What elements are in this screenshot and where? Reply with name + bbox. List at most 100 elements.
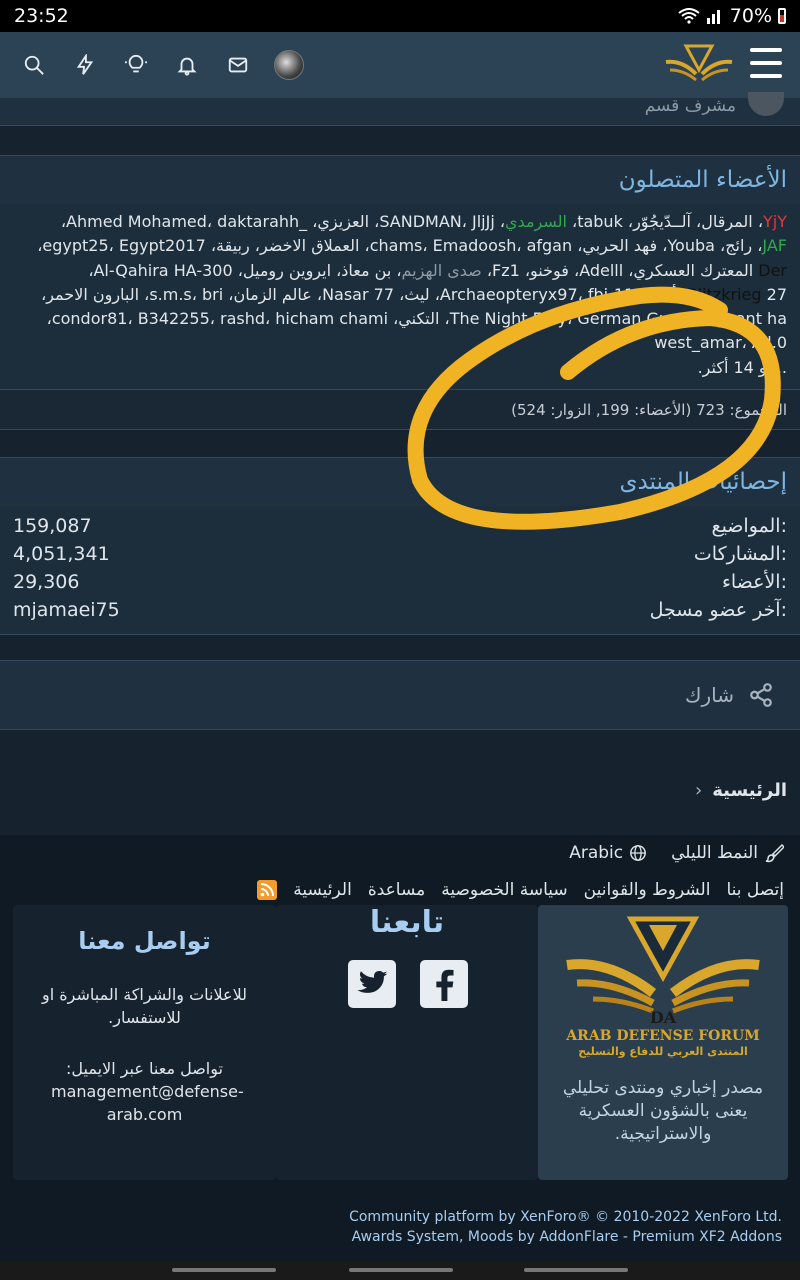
stat-label: المواضيع: <box>711 515 787 537</box>
member-names[interactable]: west_amar، All.0 <box>654 333 787 352</box>
member-names[interactable]: ، بن معاذ، ايروين روميل، Al-Qahira HA-30… <box>88 261 401 280</box>
online-members-line: west_amar، All.0 <box>28 331 787 355</box>
contact-column: تواصل معنا للاعلانات والشراكة المباشرة ا… <box>13 905 276 1180</box>
language-label: Arabic <box>569 843 624 863</box>
member-names[interactable]: YjY <box>763 212 787 231</box>
home-handle[interactable] <box>349 1268 453 1272</box>
member-names[interactable]: السرمدي <box>505 212 567 231</box>
search-icon[interactable] <box>14 45 54 85</box>
online-total: المجموع: 723 (الأعضاء: 199, الزوار: 524) <box>0 389 800 429</box>
facebook-icon <box>436 969 454 1001</box>
forum-stats-title: إحصائيات المنتدى <box>0 458 800 506</box>
member-names[interactable]: Der <box>758 261 787 280</box>
moderator-label: مشرف قسم <box>644 96 736 116</box>
site-logo[interactable] <box>664 40 734 90</box>
stat-row: 29,306 الأعضاء: <box>13 568 787 596</box>
recents-handle[interactable] <box>172 1268 276 1272</box>
member-names[interactable]: 27، أحْمَدَ، Archaeopteryx97، fbi-11، لي… <box>41 285 787 304</box>
stat-value: 159,087 <box>13 515 92 537</box>
battery-icon <box>778 8 786 24</box>
moderator-strip: مشرف قسم <box>0 92 800 126</box>
avatar[interactable] <box>269 45 309 85</box>
stat-label: المشاركات: <box>693 543 787 565</box>
chevron-left-icon: › <box>694 780 703 801</box>
stat-value[interactable]: mjamaei75 <box>13 599 120 621</box>
night-mode-label: النمط الليلي <box>671 843 758 863</box>
stat-value: 29,306 <box>13 571 80 593</box>
member-names[interactable]: صدى الهزيم <box>402 261 482 280</box>
stat-label: آخر عضو مسجل: <box>649 599 787 621</box>
brush-icon <box>765 843 784 863</box>
back-handle[interactable] <box>524 1268 628 1272</box>
footer-link[interactable]: سياسة الخصوصية <box>441 880 567 900</box>
share-button[interactable]: شارك <box>0 660 800 730</box>
online-members-line: Der المعترك العسكري، Adelll، فوخنو، Fz1،… <box>28 259 787 283</box>
online-members-block: الأعضاء المتصلون YjY، المرقال، آلــدّيجُ… <box>0 155 800 430</box>
online-members-line: ... و 14 أكثر. <box>28 356 787 380</box>
logo-mark: DA <box>650 1008 677 1027</box>
battery-percent: 70% <box>729 5 772 27</box>
status-icons: 70% <box>678 5 786 27</box>
member-names[interactable]: المعترك العسكري، Adelll، فوخنو، Fz1، <box>482 261 759 280</box>
bulb-icon[interactable] <box>116 45 156 85</box>
follow-title: تابعنا <box>369 905 445 940</box>
member-names[interactable]: ، المرقال، آلــدّيجُوّر، tabuk، <box>567 212 763 231</box>
online-members-title: الأعضاء المتصلون <box>0 156 800 204</box>
twitter-button[interactable] <box>348 960 396 1008</box>
mail-icon[interactable] <box>218 45 258 85</box>
bell-icon[interactable] <box>167 45 207 85</box>
menu-button[interactable] <box>750 48 782 78</box>
contact-email-label: تواصل معنا عبر الايميل: <box>66 1059 223 1078</box>
online-members-line: YjY، المرقال، آلــدّيجُوّر، tabuk، السرم… <box>28 210 787 234</box>
online-members-line: Blitzkrieg 27، أحْمَدَ، Archaeopteryx97،… <box>28 283 787 307</box>
footer-link[interactable]: إتصل بنا <box>726 880 784 900</box>
stat-row: 4,051,341 المشاركات: <box>13 540 787 568</box>
status-bar: 23:52 70% <box>0 0 800 32</box>
globe-icon <box>630 845 647 861</box>
contact-email[interactable]: management@defense-arab.com <box>23 1080 266 1126</box>
copyright-addons[interactable]: Awards System, Moods by AddonFlare - Pre… <box>349 1227 782 1247</box>
member-names[interactable]: ، رائج، Youba، فهد الحربي، chams، Emadoo… <box>37 236 762 255</box>
share-label: شارك <box>685 683 734 707</box>
online-members-line: JAF، رائج، Youba، فهد الحربي، chams، Ema… <box>28 234 787 258</box>
bolt-icon[interactable] <box>65 45 105 85</box>
stat-row: mjamaei75 آخر عضو مسجل: <box>13 596 787 624</box>
forum-logo[interactable]: DA ARAB DEFENSE FORUM المنتدى العربي للد… <box>563 911 763 1061</box>
footer-options: Arabic النمط الليلي <box>569 843 784 863</box>
forum-stats-block: إحصائيات المنتدى 159,087 المواضيع: 4,051,3… <box>0 457 800 635</box>
breadcrumb-home[interactable]: الرئيسية <box>712 780 787 801</box>
member-names[interactable]: The Night Fury، German Gun، Sergeant ha،… <box>47 309 787 328</box>
footer-link[interactable]: الشروط والقوانين <box>584 880 711 900</box>
contact-ads-text: للاعلانات والشراكة المباشرة او للاستفسار… <box>41 985 247 1027</box>
rss-icon[interactable] <box>257 880 278 900</box>
member-names[interactable]: JAF <box>762 236 787 255</box>
forum-stats-list: 159,087 المواضيع: 4,051,341 المشاركات: 29,30… <box>0 506 800 634</box>
moderator-avatar[interactable] <box>748 92 784 116</box>
system-nav-bar <box>0 1262 800 1280</box>
contact-title: تواصل معنا <box>78 927 211 955</box>
logo-subtext: المنتدى العربي للدفاع والتسليح <box>578 1045 748 1058</box>
copyright-xenforo[interactable]: Community platform by XenForo® © 2010-20… <box>349 1207 782 1227</box>
footer-links: إتصل بنا الشروط والقوانين سياسة الخصوصية مس… <box>257 880 784 900</box>
clock: 23:52 <box>14 5 69 27</box>
follow-column: تابعنا <box>276 905 538 1180</box>
member-names[interactable]: ، SANDMAN، JljJj، العزيزي، _Ahmed Mohame… <box>61 212 505 231</box>
language-selector[interactable]: Arabic <box>569 843 647 863</box>
member-names[interactable]: ... و 14 أكثر. <box>698 358 787 377</box>
twitter-icon <box>357 970 388 993</box>
facebook-button[interactable] <box>420 960 468 1008</box>
breadcrumb: › الرئيسية <box>695 780 787 801</box>
stat-value: 4,051,341 <box>13 543 110 565</box>
signal-icon <box>706 10 720 24</box>
night-mode-toggle[interactable]: النمط الليلي <box>671 843 784 863</box>
stat-label: الأعضاء: <box>721 571 787 593</box>
member-names[interactable]: Blitzkrieg <box>687 285 762 304</box>
footer-link[interactable]: مساعدة <box>368 880 425 900</box>
about-text: مصدر إخباري ومنتدى تحليلي يعنى بالشؤون ا… <box>562 1078 764 1144</box>
about-column: DA ARAB DEFENSE FORUM المنتدى العربي للد… <box>538 905 788 1180</box>
site-footer: Arabic النمط الليلي إتصل بنا الشروط والقو… <box>0 835 800 1262</box>
footer-link[interactable]: الرئيسية <box>293 880 352 900</box>
wifi-icon <box>678 8 700 24</box>
logo-text: ARAB DEFENSE FORUM <box>565 1028 759 1044</box>
online-members-list: YjY، المرقال، آلــدّيجُوّر، tabuk، السرم… <box>0 204 800 389</box>
